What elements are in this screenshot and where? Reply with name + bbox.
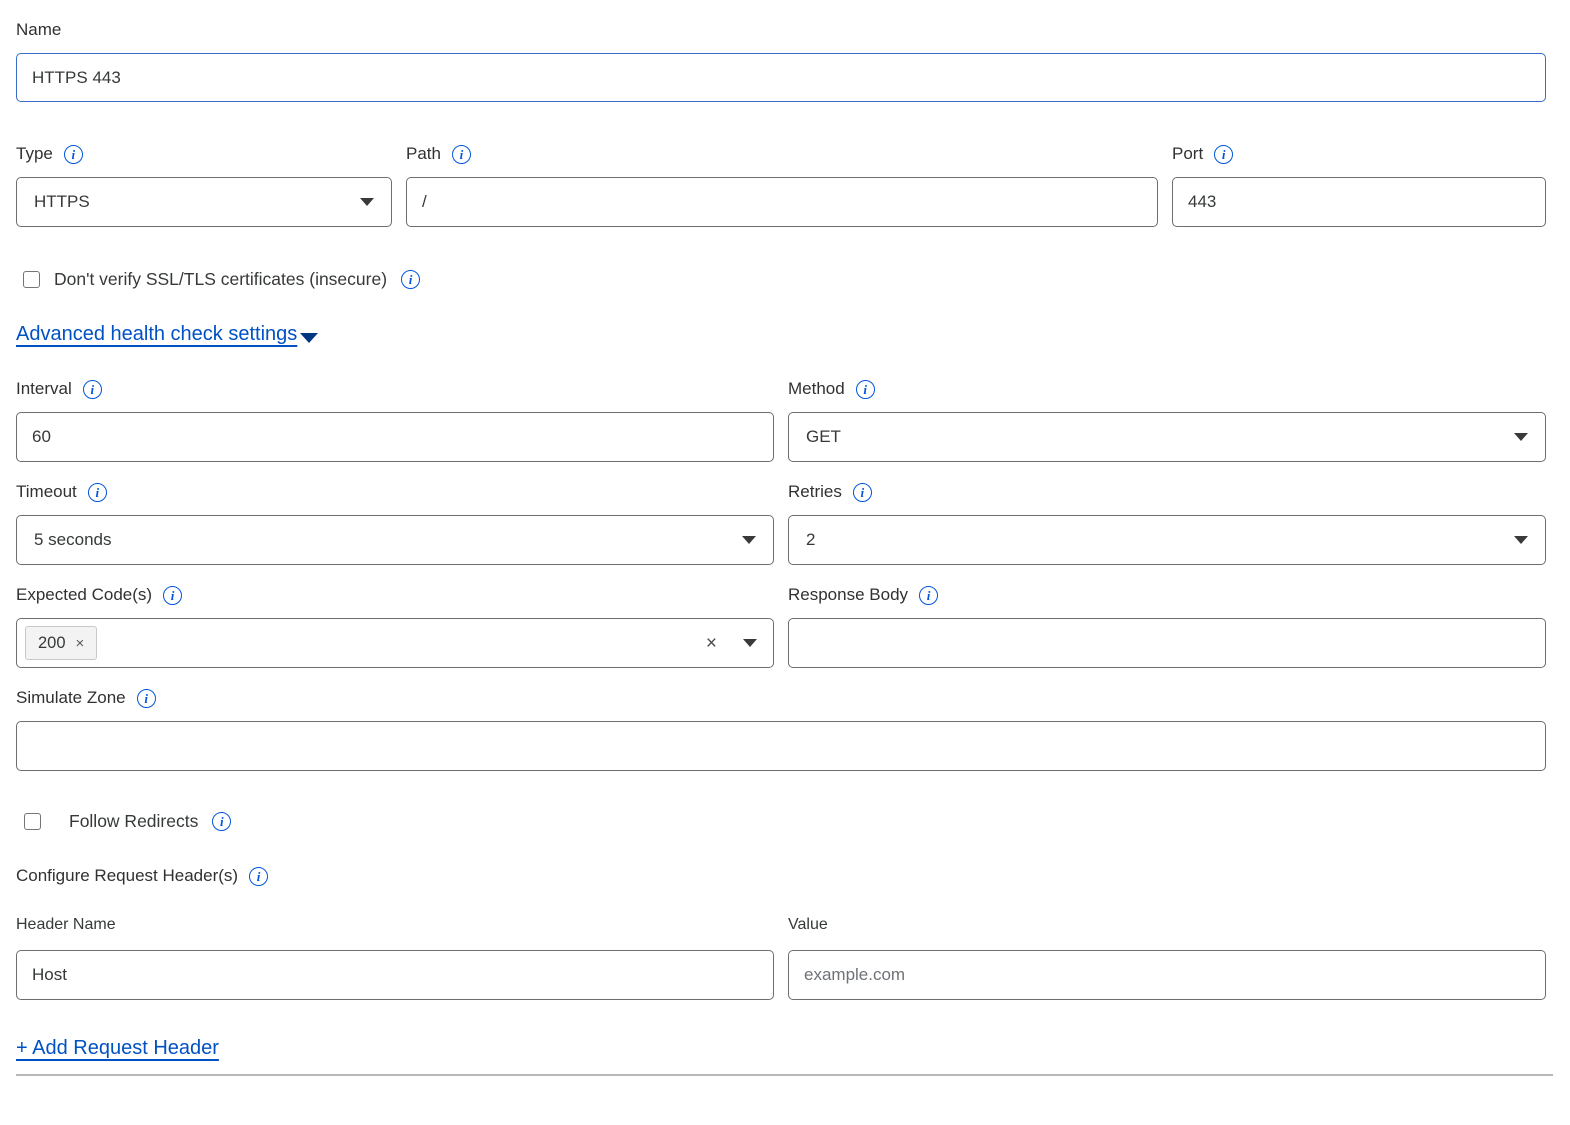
type-path-port-row: Type i HTTPS Path i Port i bbox=[16, 142, 1546, 227]
info-icon[interactable]: i bbox=[249, 867, 268, 886]
path-input[interactable] bbox=[406, 177, 1158, 227]
advanced-settings-link[interactable]: Advanced health check settings bbox=[16, 323, 297, 346]
simulate-zone-field: Simulate Zone i bbox=[16, 686, 1546, 771]
header-value-label: Value bbox=[788, 916, 828, 934]
chevron-down-icon[interactable] bbox=[743, 639, 757, 647]
section-divider bbox=[16, 1074, 1553, 1076]
timeout-label: Timeout bbox=[16, 482, 77, 502]
chevron-down-icon bbox=[742, 536, 756, 544]
verify-ssl-row: Don't verify SSL/TLS certificates (insec… bbox=[16, 269, 1546, 290]
name-input[interactable] bbox=[16, 53, 1546, 102]
retries-select-value: 2 bbox=[806, 530, 815, 550]
header-value-field: Value bbox=[788, 915, 1546, 1000]
method-select[interactable]: GET bbox=[788, 412, 1546, 462]
header-name-label: Header Name bbox=[16, 916, 116, 934]
interval-input[interactable] bbox=[16, 412, 774, 462]
verify-ssl-label: Don't verify SSL/TLS certificates (insec… bbox=[54, 269, 387, 290]
codes-body-row: Expected Code(s) i 200 × × Response Body… bbox=[16, 583, 1546, 668]
add-request-header-row: + Add Request Header bbox=[16, 1037, 1546, 1060]
info-icon[interactable]: i bbox=[83, 380, 102, 399]
port-label: Port bbox=[1172, 144, 1203, 164]
timeout-field: Timeout i 5 seconds bbox=[16, 480, 774, 565]
chevron-down-icon bbox=[360, 198, 374, 206]
path-field: Path i bbox=[406, 142, 1158, 227]
simulate-zone-label: Simulate Zone bbox=[16, 688, 126, 708]
header-name-field: Header Name bbox=[16, 915, 774, 1000]
header-row: Header Name Value bbox=[16, 915, 1546, 1000]
info-icon[interactable]: i bbox=[163, 586, 182, 605]
advanced-settings-toggle[interactable]: Advanced health check settings bbox=[16, 323, 1546, 346]
expected-codes-multiselect[interactable]: 200 × × bbox=[16, 618, 774, 668]
expected-codes-field: Expected Code(s) i 200 × × bbox=[16, 583, 774, 668]
add-request-header-button[interactable]: + Add Request Header bbox=[16, 1037, 219, 1059]
info-icon[interactable]: i bbox=[64, 145, 83, 164]
port-field: Port i bbox=[1172, 142, 1546, 227]
name-field: Name bbox=[16, 18, 1546, 102]
info-icon[interactable]: i bbox=[853, 483, 872, 502]
follow-redirects-checkbox[interactable] bbox=[24, 813, 41, 830]
triangle-down-icon bbox=[300, 333, 318, 343]
info-icon[interactable]: i bbox=[88, 483, 107, 502]
path-label: Path bbox=[406, 144, 441, 164]
timeout-select-value: 5 seconds bbox=[34, 530, 112, 550]
interval-label: Interval bbox=[16, 379, 72, 399]
response-body-input[interactable] bbox=[788, 618, 1546, 668]
response-body-label: Response Body bbox=[788, 585, 908, 605]
port-input[interactable] bbox=[1172, 177, 1546, 227]
type-select-value: HTTPS bbox=[34, 192, 90, 212]
info-icon[interactable]: i bbox=[452, 145, 471, 164]
type-select[interactable]: HTTPS bbox=[16, 177, 392, 227]
interval-method-row: Interval i Method i GET bbox=[16, 377, 1546, 462]
expected-codes-label: Expected Code(s) bbox=[16, 585, 152, 605]
header-name-input[interactable] bbox=[16, 950, 774, 1000]
clear-all-icon[interactable]: × bbox=[706, 634, 717, 653]
method-label: Method bbox=[788, 379, 845, 399]
request-headers-section: Configure Request Header(s) i bbox=[16, 864, 1546, 888]
follow-redirects-row: Follow Redirects i bbox=[16, 811, 1546, 832]
info-icon[interactable]: i bbox=[401, 270, 420, 289]
response-body-field: Response Body i bbox=[788, 583, 1546, 668]
interval-field: Interval i bbox=[16, 377, 774, 462]
name-label: Name bbox=[16, 20, 61, 40]
info-icon[interactable]: i bbox=[919, 586, 938, 605]
health-check-form: Name Type i HTTPS Path i Port i bbox=[16, 18, 1546, 1076]
request-headers-section-label: Configure Request Header(s) bbox=[16, 866, 238, 886]
chevron-down-icon bbox=[1514, 433, 1528, 441]
method-select-value: GET bbox=[806, 427, 841, 447]
verify-ssl-checkbox[interactable] bbox=[23, 271, 40, 288]
retries-field: Retries i 2 bbox=[788, 480, 1546, 565]
chevron-down-icon bbox=[1514, 536, 1528, 544]
info-icon[interactable]: i bbox=[137, 689, 156, 708]
header-value-input[interactable] bbox=[788, 950, 1546, 1000]
timeout-retries-row: Timeout i 5 seconds Retries i 2 bbox=[16, 480, 1546, 565]
simulate-zone-input[interactable] bbox=[16, 721, 1546, 771]
follow-redirects-label: Follow Redirects bbox=[69, 811, 198, 832]
method-field: Method i GET bbox=[788, 377, 1546, 462]
info-icon[interactable]: i bbox=[1214, 145, 1233, 164]
expected-code-tag: 200 × bbox=[25, 626, 97, 660]
retries-select[interactable]: 2 bbox=[788, 515, 1546, 565]
retries-label: Retries bbox=[788, 482, 842, 502]
info-icon[interactable]: i bbox=[212, 812, 231, 831]
remove-tag-icon[interactable]: × bbox=[76, 635, 85, 652]
type-label: Type bbox=[16, 144, 53, 164]
timeout-select[interactable]: 5 seconds bbox=[16, 515, 774, 565]
expected-code-tag-label: 200 bbox=[38, 634, 66, 653]
info-icon[interactable]: i bbox=[856, 380, 875, 399]
type-field: Type i HTTPS bbox=[16, 142, 392, 227]
